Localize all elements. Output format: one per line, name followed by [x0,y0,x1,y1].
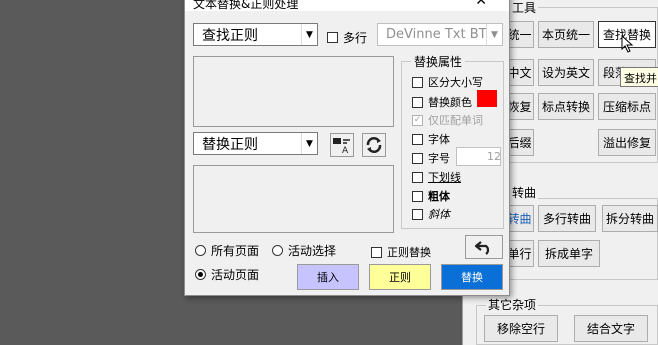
chevron-down-icon[interactable]: ▼ [301,24,317,45]
regex-button[interactable]: 正则 [369,264,431,290]
convert-curve-group-title: 转曲 [510,184,539,201]
whole-word-checkbox[interactable]: ✓ 仅匹配单词 [412,112,483,128]
case-convert-icon: A [333,138,350,154]
refresh-icon [366,137,382,153]
radio-dot[interactable] [195,269,206,280]
regex-replace-checkbox[interactable]: 正则替换 [371,244,431,260]
color-swatch[interactable] [477,90,497,107]
bold-label: 粗体 [428,190,450,203]
checkbox-box[interactable] [412,171,423,183]
dialog-title: 文本替换&正则处理 [193,0,299,11]
regex-replace-label: 正则替换 [387,246,431,259]
checkbox-box[interactable] [412,208,423,220]
checkbox-box[interactable] [412,152,423,164]
replace-textarea[interactable] [193,165,394,233]
underline-label: 下划线 [428,171,461,184]
italic-label: 斜体 [428,208,450,221]
replace-props-title: 替换属性 [411,53,466,70]
replace-color-checkbox[interactable]: 替换颜色 [412,94,472,110]
font-value: DeVinne Txt BT [386,27,487,42]
page-unify-button[interactable]: 本页统一 [538,21,594,48]
checkbox-box[interactable] [371,246,382,258]
overflow-fix-button[interactable]: 溢出修复 [598,129,656,156]
split-curve-button[interactable]: 拆分转曲 [602,205,658,232]
remove-empty-lines-button[interactable]: 移除空行 [484,315,558,342]
whole-word-label: 仅匹配单词 [428,114,483,127]
undo-icon [475,241,490,255]
multiline-label: 多行 [343,31,368,45]
font-size-label: 字号 [428,152,450,165]
match-case-label: 区分大小写 [428,76,483,89]
match-case-checkbox[interactable]: 区分大小写 [412,74,483,90]
checkbox-box[interactable]: ✓ [412,114,423,126]
find-pattern-value: 查找正则 [202,27,258,44]
font-size-spinner[interactable]: 12 [456,147,501,166]
active-page-label: 活动页面 [211,268,260,282]
close-icon[interactable]: ✕ [475,0,487,9]
checkbox-box[interactable] [327,32,338,43]
replace-color-label: 替换颜色 [428,96,472,109]
active-selection-label: 活动选择 [288,244,337,258]
checkbox-box[interactable] [412,133,423,145]
tools-group-title: 工具 [510,0,539,16]
combine-text-button[interactable]: 结合文字 [574,315,648,342]
bold-checkbox[interactable]: 粗体 [412,188,450,204]
split-chars-button[interactable]: 拆成单字 [538,240,600,267]
font-size-checkbox[interactable]: 字号 [412,150,450,166]
checkbox-box[interactable] [412,76,423,88]
dialog-titlebar: 文本替换&正则处理 ✕ [185,0,509,11]
refresh-button[interactable] [362,133,386,157]
font-label: 字体 [428,133,450,146]
replace-pattern-combo[interactable]: 替换正则 ▼ [193,132,318,155]
compress-punct-button[interactable]: 压缩标点 [598,93,656,120]
checkbox-box[interactable] [412,190,423,202]
replace-dialog: 文本替换&正则处理 ✕ 查找正则 ▼ 多行 DeVinne Txt BT ▼ 替… [184,0,510,296]
chevron-down-icon[interactable]: ▼ [486,24,502,45]
all-pages-radio[interactable]: 所有页面 [195,242,259,259]
all-pages-label: 所有页面 [211,244,260,258]
radio-dot[interactable] [195,245,206,256]
find-pattern-combo[interactable]: 查找正则 ▼ [193,23,318,46]
svg-text:A: A [342,146,349,154]
active-page-radio[interactable]: 活动页面 [195,266,259,283]
italic-checkbox[interactable]: 斜体 [412,206,450,222]
checkbox-box[interactable] [412,96,423,108]
insert-button[interactable]: 插入 [297,264,359,290]
replace-pattern-value: 替换正则 [202,136,258,153]
replace-button[interactable]: 替换 [441,264,503,290]
punct-convert-button[interactable]: 标点转换 [538,93,594,120]
case-convert-button[interactable]: A [330,133,354,157]
multiline-checkbox[interactable]: 多行 [327,29,367,46]
multiline-curve-button[interactable]: 多行转曲 [538,205,596,232]
undo-button[interactable] [465,235,503,259]
font-checkbox[interactable]: 字体 [412,131,450,147]
mouse-cursor-icon [621,35,634,53]
chevron-down-icon[interactable]: ▼ [301,133,317,154]
find-textarea[interactable] [193,56,394,127]
radio-dot[interactable] [272,245,283,256]
set-english-button[interactable]: 设为英文 [538,59,594,86]
font-combo[interactable]: DeVinne Txt BT ▼ [377,23,503,46]
underline-checkbox[interactable]: 下划线 [412,169,461,185]
misc-group-title: 其它杂项 [486,296,539,313]
active-selection-radio[interactable]: 活动选择 [272,242,336,259]
tooltip: 查找并 [620,67,658,87]
